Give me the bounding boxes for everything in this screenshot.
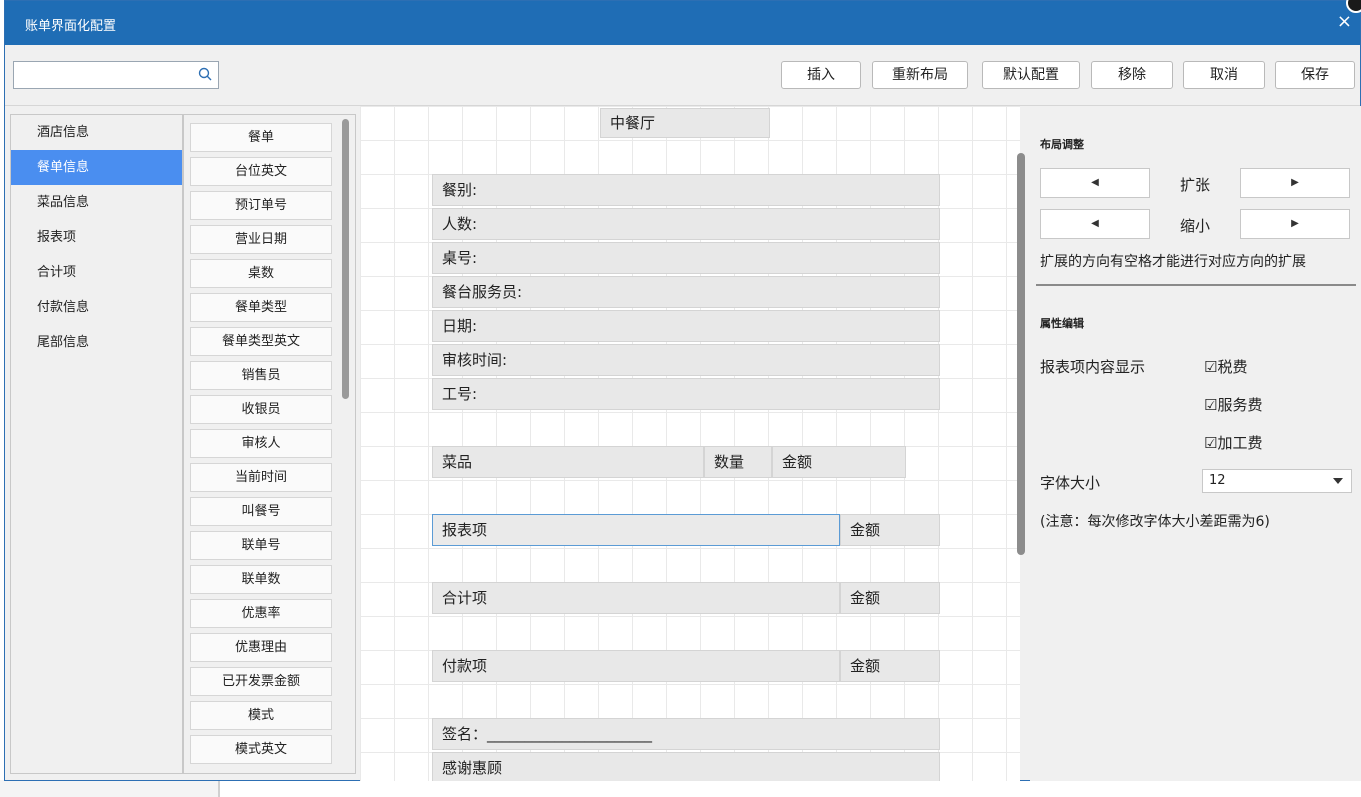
field-item[interactable]: 桌数 (190, 259, 332, 288)
field-item[interactable]: 联单号 (190, 531, 332, 560)
shrink-label: 缩小 (1180, 217, 1211, 235)
category-item-report[interactable]: 报表项 (11, 220, 182, 255)
category-item-dish[interactable]: 菜品信息 (11, 185, 182, 220)
category-list: 酒店信息 餐单信息 菜品信息 报表项 合计项 付款信息 尾部信息 (10, 114, 183, 774)
field-item[interactable]: 联单数 (190, 565, 332, 594)
property-panel: 布局调整 ◀ 扩张 ▶ ◀ 缩小 ▶ 扩展的方向有空格才能进行对应方向的扩展 属… (1030, 106, 1361, 781)
bill-canvas: 中餐厅 餐别: 人数: 桌号: 餐台服务员: 日期: 审核时间: 工号: 菜品 … (360, 106, 1020, 781)
canvas-scrollbar[interactable] (1017, 153, 1025, 555)
canvas-dish-qty[interactable]: 数量 (704, 446, 772, 478)
field-item[interactable]: 优惠理由 (190, 633, 332, 662)
background-divider (218, 780, 220, 797)
canvas-signature[interactable]: 签名：______________________ (432, 718, 940, 750)
shrink-right-button[interactable]: ▶ (1240, 209, 1350, 239)
field-item[interactable]: 模式英文 (190, 735, 332, 764)
expand-right-button[interactable]: ▶ (1240, 168, 1350, 198)
canvas-info-row[interactable]: 人数: (432, 208, 940, 240)
field-item[interactable]: 已开发票金额 (190, 667, 332, 696)
field-item[interactable]: 餐单类型 (190, 293, 332, 322)
canvas-info-row[interactable]: 餐别: (432, 174, 940, 206)
layout-section-title: 布局调整 (1040, 138, 1084, 151)
field-item[interactable]: 销售员 (190, 361, 332, 390)
title-bar: 账单界面化配置 × (5, 1, 1360, 45)
field-item[interactable]: 模式 (190, 701, 332, 730)
close-icon[interactable]: × (1337, 11, 1352, 32)
field-list: 餐单 台位英文 预订单号 营业日期 桌数 餐单类型 餐单类型英文 销售员 收银员… (183, 114, 356, 774)
category-item-order[interactable]: 餐单信息 (11, 150, 182, 185)
toolbar: 插入 重新布局 默认配置 移除 取消 保存 (5, 45, 1360, 105)
field-item[interactable]: 营业日期 (190, 225, 332, 254)
canvas-payment-amount[interactable]: 金额 (840, 650, 940, 682)
field-item[interactable]: 餐单类型英文 (190, 327, 332, 356)
font-size-label: 字体大小 (1040, 474, 1101, 492)
background-panel (0, 780, 218, 797)
props-section-title: 属性编辑 (1040, 317, 1084, 330)
service-fee-checkbox[interactable]: ☑服务费 (1204, 394, 1262, 415)
canvas-info-row[interactable]: 桌号: (432, 242, 940, 274)
canvas-info-row[interactable]: 餐台服务员: (432, 276, 940, 308)
layout-hint: 扩展的方向有空格才能进行对应方向的扩展 (1040, 254, 1306, 270)
font-size-select[interactable]: 12 (1202, 469, 1352, 493)
remove-button[interactable]: 移除 (1091, 61, 1173, 89)
save-button[interactable]: 保存 (1275, 61, 1355, 89)
canvas-payment-item[interactable]: 付款项 (432, 650, 840, 682)
shrink-left-button[interactable]: ◀ (1040, 209, 1150, 239)
canvas-info-row[interactable]: 日期: (432, 310, 940, 342)
field-item[interactable]: 当前时间 (190, 463, 332, 492)
field-item[interactable]: 收银员 (190, 395, 332, 424)
window-title: 账单界面化配置 (25, 19, 117, 34)
font-size-value: 12 (1209, 473, 1226, 488)
default-config-button[interactable]: 默认配置 (982, 61, 1080, 89)
bill-config-dialog: 账单界面化配置 × 插入 重新布局 默认配置 移除 取消 保存 酒店信息 餐单信… (4, 0, 1361, 781)
canvas-thanks[interactable]: 感谢惠顾 (432, 752, 940, 781)
chevron-down-icon[interactable] (1333, 478, 1343, 484)
canvas-total-item[interactable]: 合计项 (432, 582, 840, 614)
category-item-hotel[interactable]: 酒店信息 (11, 115, 182, 150)
field-item[interactable]: 叫餐号 (190, 497, 332, 526)
section-divider (1036, 284, 1356, 286)
report-display-label: 报表项内容显示 (1040, 358, 1146, 376)
canvas-dish-amount[interactable]: 金额 (772, 446, 906, 478)
search-input[interactable] (13, 61, 219, 89)
field-item[interactable]: 台位英文 (190, 157, 332, 186)
category-item-footer[interactable]: 尾部信息 (11, 325, 182, 360)
relayout-button[interactable]: 重新布局 (872, 61, 968, 89)
expand-label: 扩张 (1180, 176, 1211, 194)
field-item[interactable]: 餐单 (190, 123, 332, 152)
screen: 账单界面化配置 × 插入 重新布局 默认配置 移除 取消 保存 酒店信息 餐单信… (0, 0, 1361, 797)
canvas-info-row[interactable]: 审核时间: (432, 344, 940, 376)
category-item-payment[interactable]: 付款信息 (11, 290, 182, 325)
font-size-note: (注意：每次修改字体大小差距需为6) (1040, 514, 1270, 530)
field-item[interactable]: 优惠率 (190, 599, 332, 628)
field-item[interactable]: 审核人 (190, 429, 332, 458)
canvas-report-amount[interactable]: 金额 (840, 514, 940, 546)
cancel-button[interactable]: 取消 (1183, 61, 1265, 89)
canvas-dish-name[interactable]: 菜品 (432, 446, 704, 478)
canvas-report-item[interactable]: 报表项 (432, 514, 840, 546)
search-icon[interactable] (198, 67, 212, 81)
field-item[interactable]: 预订单号 (190, 191, 332, 220)
tax-checkbox[interactable]: ☑税费 (1204, 356, 1247, 377)
canvas-total-amount[interactable]: 金额 (840, 582, 940, 614)
field-list-scrollbar[interactable] (342, 119, 349, 399)
canvas-header[interactable]: 中餐厅 (600, 108, 770, 138)
category-item-total[interactable]: 合计项 (11, 255, 182, 290)
insert-button[interactable]: 插入 (781, 61, 861, 89)
expand-left-button[interactable]: ◀ (1040, 168, 1150, 198)
canvas-info-row[interactable]: 工号: (432, 378, 940, 410)
processing-fee-checkbox[interactable]: ☑加工费 (1204, 432, 1262, 453)
